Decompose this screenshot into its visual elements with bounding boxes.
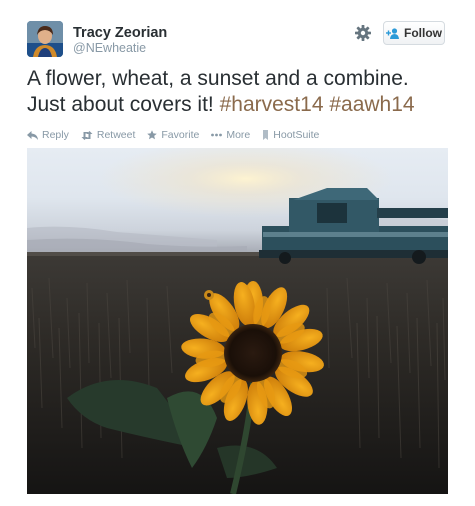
tweet-text-line-2: Just about covers it! [27, 93, 220, 116]
hashtag-harvest14[interactable]: #harvest14 [220, 93, 324, 116]
hootsuite-icon [263, 130, 269, 140]
gear-icon[interactable] [354, 24, 372, 42]
avatar[interactable] [27, 21, 63, 57]
reply-action[interactable]: Reply [27, 129, 69, 141]
retweet-label: Retweet [96, 129, 136, 141]
tweet-text: A flower, wheat, a sunset and a combine.… [27, 66, 457, 118]
tweet-text-line-1: A flower, wheat, a sunset and a combine. [27, 67, 409, 90]
follow-button[interactable]: Follow [383, 21, 445, 45]
star-icon [147, 130, 158, 140]
reply-icon [27, 130, 38, 140]
user-handle[interactable]: @NEwheatie [73, 41, 146, 55]
hootsuite-label: HootSuite [273, 129, 320, 141]
more-label: More [226, 129, 251, 141]
more-dots-icon [211, 133, 223, 137]
hashtag-aawh14[interactable]: #aawh14 [329, 93, 414, 116]
tweet-photo[interactable] [27, 148, 448, 494]
follow-button-label: Follow [404, 26, 442, 40]
add-user-icon [386, 27, 400, 39]
reply-label: Reply [42, 129, 69, 141]
hootsuite-action[interactable]: HootSuite [262, 129, 319, 141]
favorite-label: Favorite [161, 129, 200, 141]
retweet-icon [81, 130, 93, 140]
more-action[interactable]: More [211, 129, 250, 141]
favorite-action[interactable]: Favorite [147, 129, 199, 141]
user-name[interactable]: Tracy Zeorian [73, 25, 167, 41]
tweet-actions: Reply Retweet Favorite More HootSuite [27, 128, 331, 142]
tweet-card: Tracy Zeorian @NEwheatie Follow A flower… [0, 0, 475, 506]
retweet-action[interactable]: Retweet [81, 129, 136, 141]
